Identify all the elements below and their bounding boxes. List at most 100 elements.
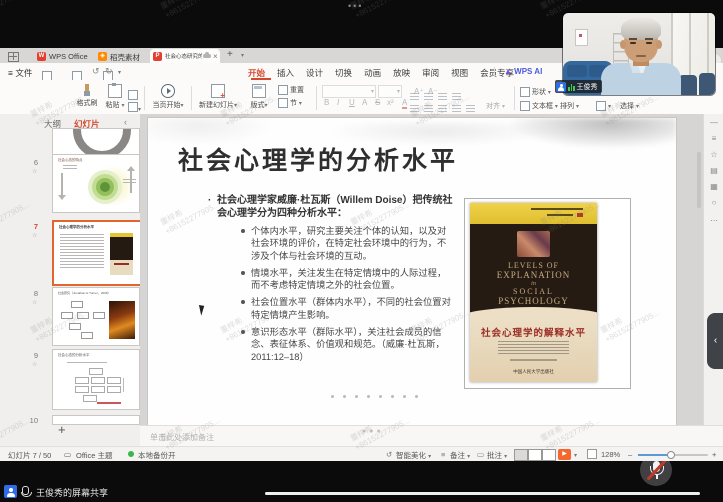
favorite-star-icon[interactable]: ☆	[32, 361, 37, 368]
underline-button[interactable]: U	[349, 98, 355, 107]
zoom-slider-thumb[interactable]	[667, 451, 675, 459]
shapes-button[interactable]: 形状 ▾	[520, 87, 551, 97]
vertical-scrollbar[interactable]	[697, 152, 701, 208]
new-tab-button[interactable]: +	[227, 49, 233, 60]
menu-animation[interactable]: 动画	[364, 67, 381, 79]
italic-button[interactable]: I	[337, 98, 339, 107]
favorite-star-icon[interactable]: ☆	[32, 168, 37, 175]
menu-slideshow[interactable]: 放映	[393, 67, 410, 79]
slide-body-text[interactable]: 社会心理学家威廉·杜瓦斯（Willem Doise）把传统社会心理学分为四种分析…	[208, 195, 460, 363]
menu-wps-ai[interactable]: ▲ WPS AI	[504, 67, 542, 76]
merge-shapes-button[interactable]: ▾	[596, 101, 611, 111]
notes-button[interactable]: 备注 ▾	[450, 450, 470, 461]
properties-icon[interactable]: ≡	[704, 134, 723, 143]
justify-icon[interactable]	[452, 93, 461, 100]
menu-insert[interactable]: 插入	[277, 67, 294, 79]
bullet-list-icon[interactable]	[410, 105, 419, 112]
star-favorites-icon[interactable]: ☆	[704, 150, 723, 159]
align-left-icon[interactable]	[410, 93, 419, 100]
text-effects-button[interactable]: A	[362, 98, 367, 107]
webcam-feed[interactable]: 王俊秀	[563, 13, 715, 95]
slide-sorter-view-button[interactable]	[528, 449, 542, 461]
button-label: 备注	[450, 451, 465, 460]
add-slide-button[interactable]: +	[58, 422, 66, 437]
theme-label[interactable]: Office 主题	[76, 450, 113, 461]
select-button[interactable]: 选择 ▾	[620, 101, 639, 111]
play-from-current-button[interactable]: 当页开始▾	[148, 84, 188, 110]
layout-button[interactable]: 版式▾	[244, 84, 274, 110]
align-center-icon[interactable]	[424, 93, 433, 100]
slide-thumbnail-8[interactable]: 社会研究（Jonathan H Turner，2008）	[52, 287, 140, 346]
tab-list-caret-icon[interactable]: ▾	[241, 52, 244, 59]
slide-thumbnail-6[interactable]: 社会心态的特点	[52, 154, 140, 213]
menu-view[interactable]: 视图	[451, 67, 468, 79]
meeting-more-button[interactable]: •••	[348, 1, 363, 11]
strikethrough-button[interactable]: S	[375, 98, 380, 107]
undo-icon[interactable]: ↺	[92, 66, 100, 77]
notes-resize-handle[interactable]: ●●●	[362, 428, 384, 435]
paste-button[interactable]: 粘贴 ▾	[102, 84, 128, 110]
file-menu[interactable]: ≡ 文件	[8, 67, 32, 79]
play-slideshow-icon	[161, 84, 175, 98]
layers-icon[interactable]: ▤	[704, 166, 723, 175]
history-clock-icon[interactable]: ○	[704, 198, 723, 207]
normal-view-button[interactable]	[514, 449, 528, 461]
slide-thumbnail-9[interactable]: 社会心态的分析水平	[52, 349, 140, 410]
redo-icon[interactable]: ↻	[105, 66, 113, 77]
outdent-icon[interactable]	[438, 105, 447, 112]
beautify-button[interactable]: 智能美化 ▾	[396, 450, 431, 461]
font-family-select[interactable]: ▾	[322, 85, 376, 98]
align-right-icon[interactable]	[438, 93, 447, 100]
font-size-select[interactable]: ▾	[378, 85, 402, 98]
favorite-star-icon[interactable]: ☆	[32, 232, 37, 239]
tab-document[interactable]: P 社会心态研究的进展和未来 ×	[150, 49, 220, 63]
handle-icon[interactable]: —	[704, 118, 723, 127]
divider	[494, 67, 495, 77]
backup-label[interactable]: 本地备份开	[138, 450, 176, 461]
more-tools-icon[interactable]: ⋯	[704, 216, 723, 225]
new-slide-button[interactable]: 新建幻灯片▾	[194, 84, 242, 110]
slide-thumbnail-7-selected[interactable]: 社会心理学的分析水平	[52, 220, 142, 286]
line-spacing-icon[interactable]	[466, 105, 475, 112]
font-group: ▾ ▾ B I U A S x² A	[320, 80, 412, 114]
slide-canvas[interactable]: 社会心理学的分析水平 社会心理学家威廉·杜瓦斯（Willem Doise）把传统…	[147, 117, 677, 427]
close-tab-icon[interactable]: ×	[213, 52, 218, 61]
favorite-star-icon[interactable]: ☆	[32, 299, 37, 306]
fullscreen-icon[interactable]	[587, 449, 597, 459]
text-box-button[interactable]: 文本框 ▾	[520, 101, 558, 111]
meeting-progress-line[interactable]	[265, 492, 700, 495]
bold-button[interactable]: B	[324, 98, 329, 107]
tab-docer-store[interactable]: ◈ 稻壳素材	[96, 49, 146, 63]
media-icon[interactable]: ▦	[704, 182, 723, 191]
menu-review[interactable]: 审阅	[422, 67, 439, 79]
comments-button[interactable]: 批注 ▾	[487, 450, 507, 461]
app-grid-icon[interactable]	[8, 52, 19, 62]
text-box-icon	[520, 101, 530, 111]
book-cover-image[interactable]: LEVELS OF EXPLANATION in SOCIAL PSYCHOLO…	[464, 198, 631, 389]
indent-icon[interactable]	[452, 105, 461, 112]
menu-transition[interactable]: 切换	[335, 67, 352, 79]
quickbar-caret-icon[interactable]: ▾	[118, 69, 121, 76]
font-color-button[interactable]: A	[402, 98, 407, 109]
section-button[interactable]: 节 ▾	[278, 98, 302, 108]
book-title-en: LEVELS OF EXPLANATION in SOCIAL PSYCHOLO…	[470, 261, 597, 306]
menu-design[interactable]: 设计	[306, 67, 323, 79]
play-options-caret-icon[interactable]: ▾	[574, 452, 577, 459]
zoom-in-button[interactable]: +	[712, 450, 716, 459]
numbered-list-icon[interactable]	[424, 105, 433, 112]
zoom-out-button[interactable]: –	[628, 450, 632, 459]
format-painter-button[interactable]: 格式刷	[72, 84, 102, 108]
align-button[interactable]: 对齐 ▾	[486, 101, 505, 111]
superscript-button[interactable]: x²	[387, 98, 394, 107]
slide-thumbnail-partial[interactable]	[52, 128, 140, 156]
reading-view-button[interactable]	[542, 449, 556, 461]
tab-wps-home[interactable]: W WPS Office	[34, 49, 92, 63]
arrange-button[interactable]: 排列 ▾	[560, 101, 579, 111]
reset-button[interactable]: 重置	[278, 85, 304, 95]
button-label: 新建幻灯片	[199, 102, 234, 109]
notes-bar[interactable]: 单击此处添加备注 ●●●	[140, 425, 723, 447]
play-slideshow-button[interactable]: ▶	[558, 449, 571, 460]
collapse-panel-icon[interactable]: ‹	[124, 117, 127, 127]
slide-title[interactable]: 社会心理学的分析水平	[178, 141, 458, 177]
collapse-sidebar-tab[interactable]: ‹	[707, 313, 723, 369]
